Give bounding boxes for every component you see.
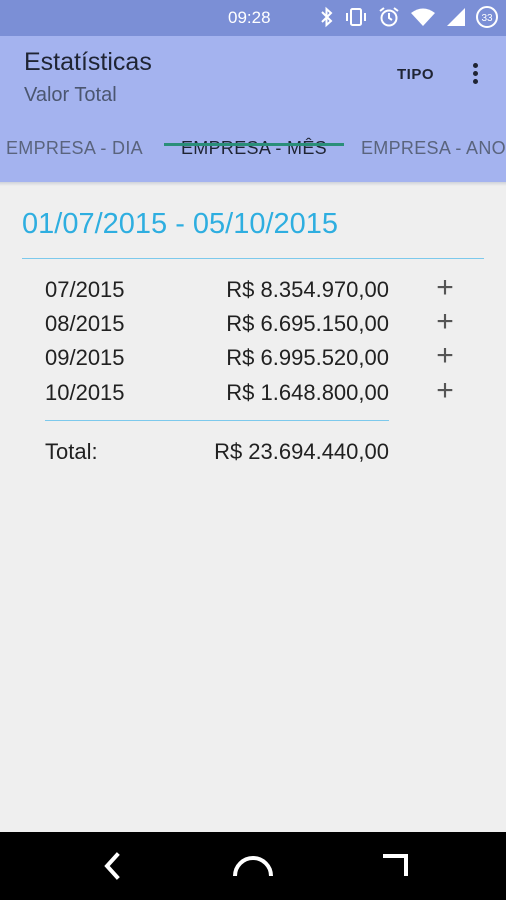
recents-icon[interactable] xyxy=(380,852,410,880)
total-divider xyxy=(45,420,389,421)
total-value: R$ 23.694.440,00 xyxy=(214,439,389,464)
expand-icon[interactable]: + xyxy=(432,271,458,305)
month-label: 10/2015 xyxy=(45,380,125,405)
back-icon[interactable] xyxy=(100,852,124,880)
tab-bar: EMPRESA - DIA EMPRESA - MÊS EMPRESA - AN… xyxy=(0,132,506,182)
status-bar: 09:28 33 xyxy=(0,0,506,36)
expand-icon[interactable]: + xyxy=(432,374,458,408)
amount-value: R$ 6.695.150,00 xyxy=(226,311,389,336)
tab-indicator xyxy=(164,143,344,146)
page-subtitle: Valor Total xyxy=(24,84,117,106)
month-label: 09/2015 xyxy=(45,345,125,370)
amount-value: R$ 6.995.520,00 xyxy=(226,345,389,370)
app-bar: Estatísticas Valor Total TIPO EMPRESA - … xyxy=(0,36,506,182)
date-range: 01/07/2015 - 05/10/2015 xyxy=(22,208,339,240)
tab-empresa-mes[interactable]: EMPRESA - MÊS xyxy=(181,138,327,159)
tab-empresa-dia[interactable]: EMPRESA - DIA xyxy=(6,138,143,159)
navigation-bar xyxy=(0,832,506,900)
list-item: 07/2015 R$ 8.354.970,00 + xyxy=(0,271,506,311)
bluetooth-icon xyxy=(321,6,333,28)
expand-icon[interactable]: + xyxy=(432,305,458,339)
signal-icon xyxy=(447,8,465,26)
wifi-icon xyxy=(411,8,435,26)
amount-value: R$ 1.648.800,00 xyxy=(226,380,389,405)
status-time: 09:28 xyxy=(228,8,271,27)
tipo-button[interactable]: TIPO xyxy=(397,66,434,83)
home-icon[interactable] xyxy=(232,852,274,880)
alarm-icon xyxy=(379,7,399,27)
vibrate-icon xyxy=(346,8,366,26)
expand-icon[interactable]: + xyxy=(432,339,458,373)
list-item: 10/2015 R$ 1.648.800,00 + xyxy=(0,374,506,414)
list-item: 09/2015 R$ 6.995.520,00 + xyxy=(0,339,506,379)
more-vert-icon[interactable] xyxy=(465,60,485,90)
status-icons: 33 xyxy=(320,6,498,28)
month-label: 08/2015 xyxy=(45,311,125,336)
tab-empresa-ano[interactable]: EMPRESA - ANO xyxy=(361,138,506,159)
range-divider xyxy=(22,258,484,259)
amount-value: R$ 8.354.970,00 xyxy=(226,277,389,302)
app-bar-shadow xyxy=(0,182,506,186)
month-label: 07/2015 xyxy=(45,277,125,302)
total-label: Total: xyxy=(45,439,98,464)
battery-icon: 33 xyxy=(476,6,498,28)
page-title: Estatísticas xyxy=(24,48,152,76)
list-item: 08/2015 R$ 6.695.150,00 + xyxy=(0,305,506,345)
